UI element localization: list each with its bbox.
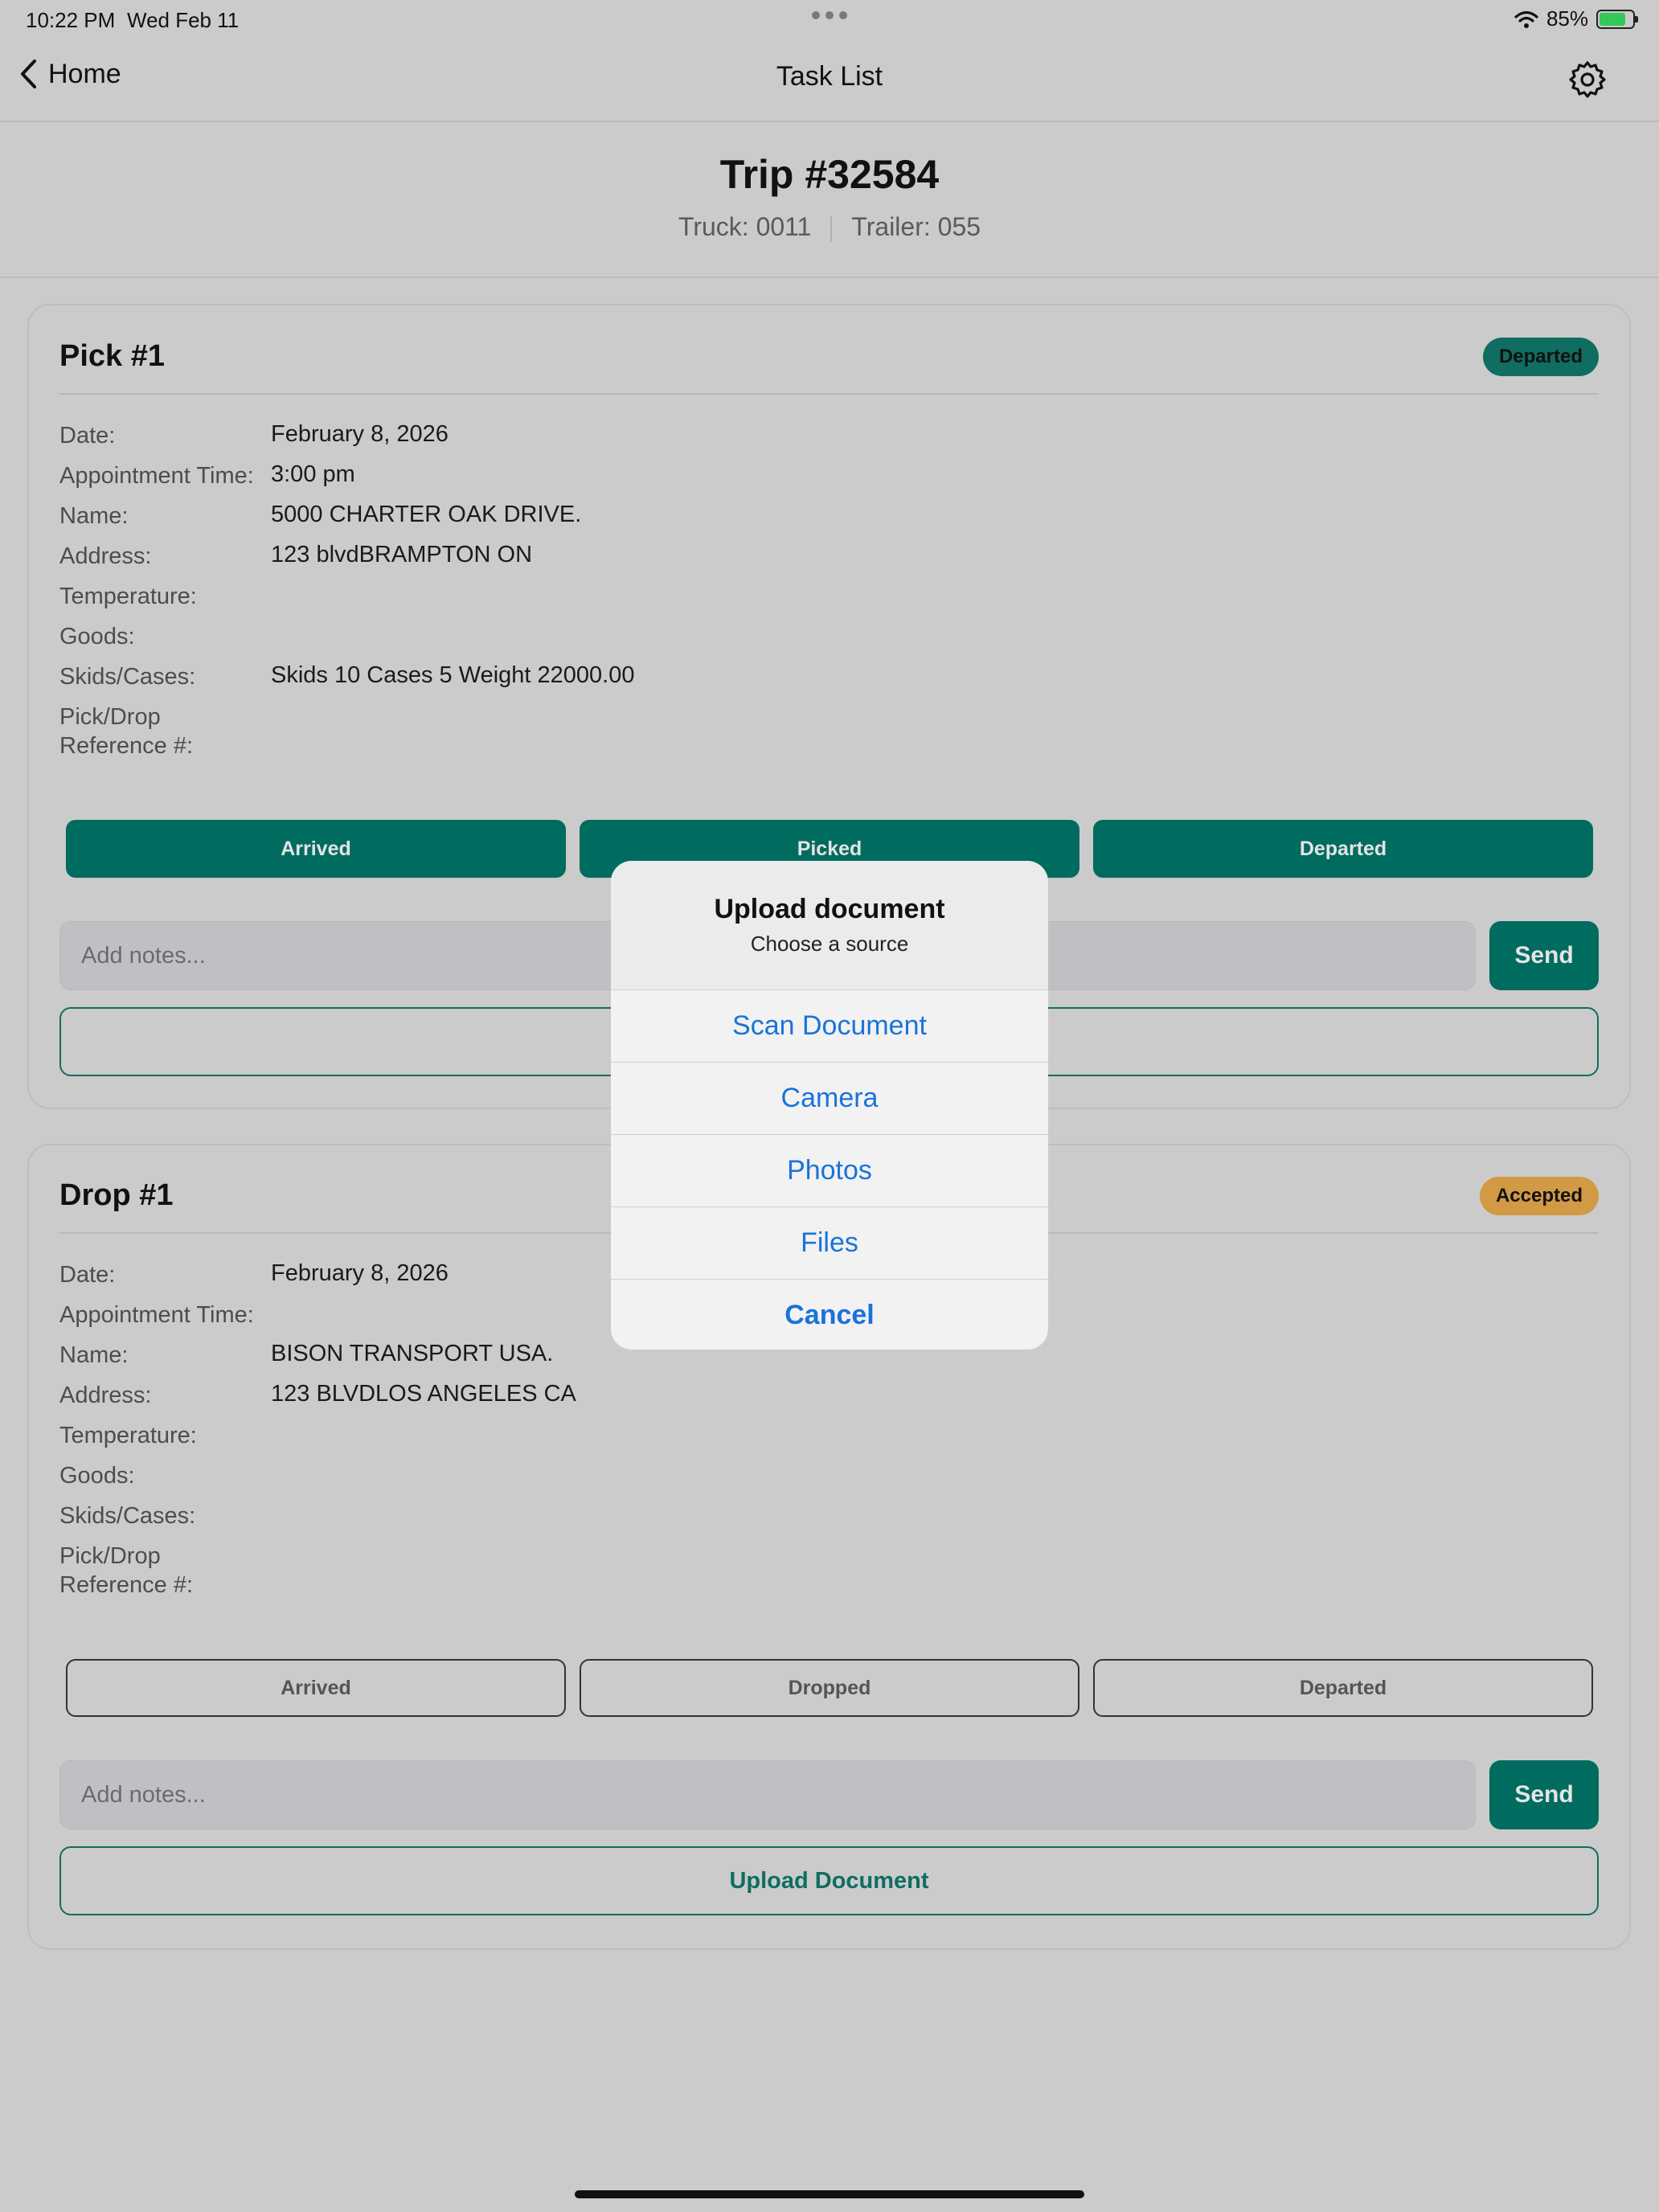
- appointment-label: Appointment Time:: [59, 463, 254, 489]
- status-badge: Departed: [1482, 338, 1599, 376]
- drop-dropped-button[interactable]: Dropped: [580, 1659, 1079, 1717]
- reference-label: Pick/Drop Reference #:: [59, 1542, 193, 1600]
- drop-departed-button[interactable]: Departed: [1093, 1659, 1593, 1717]
- drop-name: BISON TRANSPORT USA.: [271, 1341, 554, 1366]
- date-label: Date:: [59, 423, 116, 449]
- skids-label: Skids/Cases:: [59, 664, 196, 690]
- trailer-label: Trailer: 055: [851, 212, 981, 241]
- pick-send-button[interactable]: Send: [1489, 921, 1599, 990]
- status-badge: Accepted: [1479, 1177, 1599, 1215]
- sheet-header: Upload document Choose a source: [611, 861, 1048, 989]
- temperature-label: Temperature:: [59, 1423, 197, 1448]
- appointment-label: Appointment Time:: [59, 1302, 254, 1328]
- gear-icon[interactable]: [1567, 59, 1608, 100]
- reference-label-line2: Reference #:: [59, 1572, 194, 1598]
- scan-document-option[interactable]: Scan Document: [611, 989, 1048, 1062]
- battery-percent: 85%: [1546, 6, 1588, 31]
- temperature-label: Temperature:: [59, 584, 197, 609]
- pick-skids: Skids 10 Cases 5 Weight 22000.00: [271, 662, 635, 688]
- goods-label: Goods:: [59, 624, 135, 649]
- home-indicator[interactable]: [575, 2190, 1084, 2198]
- drop-notes-input[interactable]: Add notes...: [59, 1760, 1476, 1829]
- address-label: Address:: [59, 543, 152, 569]
- battery-icon: [1596, 9, 1638, 29]
- goods-label: Goods:: [59, 1463, 135, 1489]
- wifi-icon: [1514, 10, 1538, 28]
- upload-document-sheet: Upload document Choose a source Scan Doc…: [611, 861, 1048, 1350]
- drop-arrived-button[interactable]: Arrived: [66, 1659, 566, 1717]
- files-option[interactable]: Files: [611, 1206, 1048, 1279]
- reference-label-line2: Reference #:: [59, 733, 194, 759]
- page-title: Task List: [776, 61, 883, 92]
- status-time: 10:22 PM: [26, 8, 116, 32]
- address-label: Address:: [59, 1382, 152, 1408]
- sheet-title: Upload document: [714, 894, 945, 924]
- photos-option[interactable]: Photos: [611, 1134, 1048, 1206]
- reference-label: Pick/Drop Reference #:: [59, 703, 193, 760]
- pick-arrived-button[interactable]: Arrived: [66, 820, 566, 878]
- pick-departed-button[interactable]: Departed: [1093, 820, 1593, 878]
- camera-option[interactable]: Camera: [611, 1062, 1048, 1134]
- pick-address: 123 blvdBRAMPTON ON: [271, 542, 533, 567]
- drop-address: 123 BLVDLOS ANGELES CA: [271, 1381, 576, 1407]
- multitasking-dots-icon[interactable]: [812, 11, 847, 19]
- date-label: Date:: [59, 1262, 116, 1288]
- name-label: Name:: [59, 503, 129, 529]
- drop-title: Drop #1: [59, 1178, 174, 1212]
- reference-label-line1: Pick/Drop: [59, 1543, 161, 1569]
- trip-header: [0, 122, 1659, 278]
- trip-title: Trip #32584: [719, 152, 940, 197]
- separator: [830, 215, 833, 242]
- pick-appointment: 3:00 pm: [271, 461, 355, 487]
- status-indicators: 85%: [1514, 6, 1638, 31]
- sheet-subtitle: Choose a source: [750, 932, 909, 956]
- pick-date: February 8, 2026: [271, 421, 449, 447]
- status-date: Wed Feb 11: [127, 8, 240, 32]
- cancel-button[interactable]: Cancel: [611, 1279, 1048, 1350]
- drop-send-button[interactable]: Send: [1489, 1760, 1599, 1829]
- truck-label: Truck: 0011: [678, 212, 812, 241]
- divider: [59, 393, 1599, 395]
- pick-name: 5000 CHARTER OAK DRIVE.: [271, 502, 582, 527]
- trip-subtitle: Truck: 0011 Trailer: 055: [0, 212, 1659, 242]
- pick-title: Pick #1: [59, 339, 165, 373]
- drop-date: February 8, 2026: [271, 1260, 449, 1286]
- name-label: Name:: [59, 1342, 129, 1368]
- skids-label: Skids/Cases:: [59, 1503, 196, 1529]
- drop-upload-document-button[interactable]: Upload Document: [59, 1846, 1599, 1915]
- reference-label-line1: Pick/Drop: [59, 704, 161, 730]
